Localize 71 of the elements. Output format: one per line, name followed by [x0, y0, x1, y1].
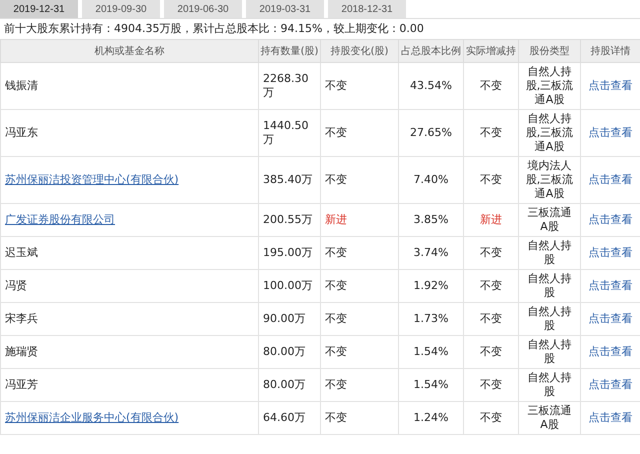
- column-header: 实际增减持: [464, 40, 518, 62]
- quantity-text: 385.40万: [263, 173, 312, 186]
- actual-change-text: 不变: [480, 173, 502, 186]
- share-type-text: 自然人持股: [528, 305, 572, 332]
- actual-change-text: 不变: [480, 246, 502, 259]
- holder-name: 冯亚芳: [5, 378, 38, 391]
- change-text: 新进: [325, 213, 347, 226]
- quantity-text: 100.00万: [263, 279, 312, 292]
- date-tab[interactable]: 2018-12-31: [328, 0, 406, 18]
- holder-name: 迟玉斌: [5, 246, 38, 259]
- column-header: 持股详情: [580, 40, 640, 62]
- ratio-text: 43.54%: [410, 79, 452, 92]
- share-type-text: 三板流通A股: [528, 206, 572, 233]
- quantity-text: 80.00万: [263, 378, 306, 391]
- actual-change-text: 不变: [480, 79, 502, 92]
- quantity-text: 195.00万: [263, 246, 312, 259]
- date-tab[interactable]: 2019-03-31: [246, 0, 324, 18]
- column-header: 机构或基金名称: [0, 40, 258, 62]
- share-type-text: 自然人持股,三板流通A股: [526, 112, 574, 153]
- ratio-text: 1.24%: [414, 411, 448, 424]
- holder-name: 钱振清: [5, 79, 38, 92]
- change-text: 不变: [325, 246, 347, 259]
- share-type-text: 三板流通A股: [528, 404, 572, 431]
- date-tab[interactable]: 2019-12-31: [0, 0, 78, 18]
- actual-change-text: 新进: [480, 213, 502, 226]
- column-header: 股份类型: [518, 40, 580, 62]
- actual-change-text: 不变: [480, 411, 502, 424]
- share-type-text: 自然人持股: [528, 272, 572, 299]
- quantity-text: 200.55万: [263, 213, 312, 226]
- actual-change-text: 不变: [480, 126, 502, 139]
- date-tab[interactable]: 2019-09-30: [82, 0, 160, 18]
- change-text: 不变: [325, 173, 347, 186]
- column-header: 持有数量(股): [258, 40, 320, 62]
- column-header: 持股变化(股): [320, 40, 398, 62]
- holder-name: 宋李兵: [5, 312, 38, 325]
- share-type-text: 自然人持股,三板流通A股: [526, 65, 574, 106]
- actual-change-text: 不变: [480, 312, 502, 325]
- share-type-text: 境内法人股,三板流通A股: [526, 159, 574, 200]
- holder-name: 施瑞贤: [5, 345, 38, 358]
- share-type-text: 自然人持股: [528, 371, 572, 398]
- quantity-text: 2268.30万: [263, 72, 308, 99]
- ratio-text: 1.92%: [414, 279, 448, 292]
- quantity-text: 90.00万: [263, 312, 306, 325]
- column-header: 占总股本比例: [398, 40, 464, 62]
- quantity-text: 80.00万: [263, 345, 306, 358]
- ratio-text: 3.74%: [414, 246, 448, 259]
- actual-change-text: 不变: [480, 378, 502, 391]
- holder-name: 冯亚东: [5, 126, 38, 139]
- share-type-text: 自然人持股: [528, 239, 572, 266]
- actual-change-text: 不变: [480, 345, 502, 358]
- holder-name-link[interactable]: 广发证券股份有限公司: [5, 213, 115, 226]
- ratio-text: 1.54%: [414, 378, 448, 391]
- ratio-text: 1.73%: [414, 312, 448, 325]
- change-text: 不变: [325, 411, 347, 424]
- ratio-text: 7.40%: [414, 173, 448, 186]
- change-text: 不变: [325, 79, 347, 92]
- ratio-text: 3.85%: [414, 213, 448, 226]
- holder-name-link[interactable]: 苏州保丽洁投资管理中心(有限合伙): [5, 173, 179, 186]
- change-text: 不变: [325, 126, 347, 139]
- ratio-text: 27.65%: [410, 126, 452, 139]
- quantity-text: 64.60万: [263, 411, 306, 424]
- date-tab[interactable]: 2019-06-30: [164, 0, 242, 18]
- ratio-text: 1.54%: [414, 345, 448, 358]
- share-type-text: 自然人持股: [528, 338, 572, 365]
- holder-name: 冯贤: [5, 279, 27, 292]
- actual-change-text: 不变: [480, 279, 502, 292]
- change-text: 不变: [325, 279, 347, 292]
- change-text: 不变: [325, 345, 347, 358]
- change-text: 不变: [325, 378, 347, 391]
- change-text: 不变: [325, 312, 347, 325]
- quantity-text: 1440.50万: [263, 119, 308, 146]
